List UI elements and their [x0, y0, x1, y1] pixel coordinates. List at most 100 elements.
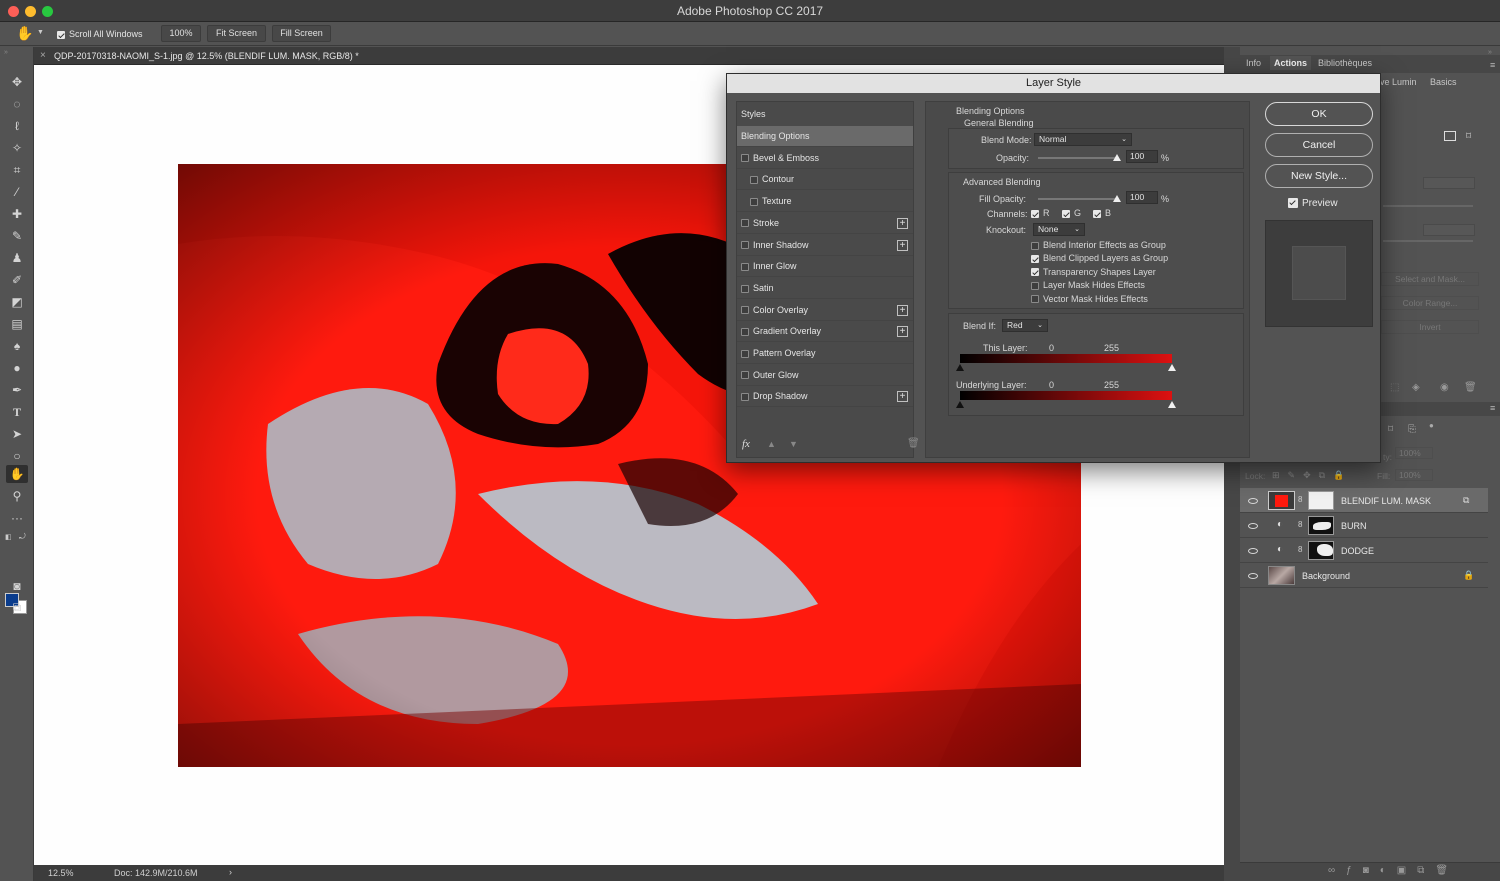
visibility-eye-icon[interactable] [1248, 573, 1258, 579]
collapse-toolbar-icon[interactable]: » [4, 49, 8, 56]
clone-stamp-tool-icon[interactable]: ♟ [6, 249, 28, 267]
this-layer-white-handle[interactable] [1168, 364, 1176, 371]
style-item-pattern-overlay[interactable]: Pattern Overlay [737, 343, 913, 364]
layer-opacity-field[interactable]: 100% [1395, 447, 1433, 459]
style-item-inner-glow[interactable]: Inner Glow [737, 256, 913, 278]
move-up-icon[interactable]: ▲ [767, 439, 776, 449]
swap-colors-icon[interactable]: ⤾ [19, 532, 26, 542]
style-item-satin[interactable]: Satin [737, 278, 913, 299]
status-menu-arrow[interactable]: › [229, 867, 232, 877]
tool-preset-chevron-down-icon[interactable]: ▼ [37, 29, 44, 36]
lasso-tool-icon[interactable]: ℓ [6, 117, 28, 135]
tab-actions[interactable]: Actions [1270, 56, 1312, 70]
magic-wand-tool-icon[interactable]: ✧ [6, 139, 28, 157]
style-item-bevel-emboss[interactable]: Bevel & Emboss [737, 148, 913, 169]
fill-opacity-slider-handle[interactable] [1113, 195, 1121, 202]
underlying-layer-white-handle[interactable] [1168, 401, 1176, 408]
preview-checkbox[interactable]: Preview [1288, 198, 1338, 210]
blend-interior-effects-as-group-checkbox[interactable]: Blend Interior Effects as Group [1031, 240, 1166, 250]
opacity-input[interactable]: 100 [1126, 150, 1158, 163]
layer-actions-icons[interactable]: ∞ƒ◙◐▣⧉🗑 [1328, 865, 1459, 876]
document-tab-title[interactable]: QDP-20170318-NAOMI_S-1.jpg @ 12.5% (BLEN… [54, 51, 359, 61]
layer-filter-smart-icon[interactable]: ⎘ [1408, 424, 1416, 435]
panel-menu-icon[interactable]: ≡ [1490, 60, 1495, 70]
add-inner-shadow-icon[interactable]: + [897, 239, 908, 251]
pen-tool-icon[interactable]: ✒ [6, 381, 28, 399]
visibility-eye-icon[interactable] [1248, 498, 1258, 504]
visibility-eye-icon[interactable] [1248, 548, 1258, 554]
inner-shadow-checkbox[interactable] [741, 241, 749, 250]
color-overlay-checkbox[interactable] [741, 306, 749, 315]
blend-mode-select[interactable]: Normal ⌄ [1034, 133, 1132, 146]
delete-mask-icon[interactable]: 🗑 [1464, 382, 1477, 393]
layer-mask-hides-effects-checkbox[interactable]: Layer Mask Hides Effects [1031, 280, 1145, 290]
knockout-select[interactable]: None ⌄ [1033, 223, 1085, 236]
tab-bibliotheques[interactable]: Bibliothèques [1318, 58, 1372, 68]
vector-mask-icon[interactable]: ⌑ [1466, 131, 1471, 142]
marquee-tool-icon[interactable]: ◌ [6, 95, 28, 113]
underlying-layer-gradient-bar[interactable] [960, 391, 1172, 400]
blend-clipped-layers-as-group-checkbox[interactable]: Blend Clipped Layers as Group [1031, 253, 1168, 263]
style-item-drop-shadow[interactable]: Drop Shadow + [737, 386, 913, 408]
channel-g-checkbox[interactable]: G [1062, 208, 1081, 218]
visibility-eye-icon[interactable] [1248, 523, 1258, 529]
add-gradient-overlay-icon[interactable]: + [897, 326, 908, 338]
scroll-all-windows-checkbox[interactable]: Scroll All Windows [57, 28, 143, 40]
link-chain-icon[interactable]: 8 [1298, 520, 1302, 529]
style-item-contour[interactable]: Contour [737, 169, 913, 191]
fill-screen-button[interactable]: Fill Screen [272, 25, 331, 42]
layer-row-blendif-lum-mask[interactable]: 8 BLENDIF LUM. MASK ⧉ [1240, 488, 1488, 513]
this-layer-black-handle[interactable] [956, 364, 964, 371]
feather-field[interactable] [1423, 224, 1475, 236]
vector-mask-hides-effects-checkbox[interactable]: Vector Mask Hides Effects [1031, 294, 1148, 304]
satin-checkbox[interactable] [741, 284, 749, 293]
layers-panel-menu-icon[interactable]: ≡ [1490, 403, 1495, 413]
layer-filter-toggle-icon[interactable]: ● [1429, 421, 1434, 430]
bevel-emboss-checkbox[interactable] [741, 154, 749, 163]
pattern-overlay-checkbox[interactable] [741, 349, 749, 358]
load-selection-icon[interactable]: ⬚ [1390, 382, 1399, 393]
channel-b-checkbox[interactable]: B [1093, 208, 1111, 218]
layer-name[interactable]: DODGE [1341, 546, 1374, 556]
path-selection-tool-icon[interactable]: ➤ [6, 425, 28, 443]
fit-screen-button[interactable]: Fit Screen [207, 25, 266, 42]
texture-checkbox[interactable] [750, 197, 758, 206]
subtab-basics[interactable]: Basics [1430, 77, 1457, 87]
visibility-eye-icon[interactable]: ◉ [1440, 382, 1449, 393]
contour-checkbox[interactable] [750, 176, 758, 185]
opacity-slider-track[interactable] [1038, 157, 1118, 159]
layer-name[interactable]: BURN [1341, 521, 1367, 531]
layer-row-background[interactable]: Background 🔒 [1240, 563, 1488, 588]
outer-glow-checkbox[interactable] [741, 371, 749, 380]
density-slider[interactable] [1383, 205, 1473, 207]
layer-mask-thumbnail[interactable] [1308, 491, 1334, 510]
eraser-tool-icon[interactable]: ◩ [6, 293, 28, 311]
fill-opacity-input[interactable]: 100 [1126, 191, 1158, 204]
lock-icons[interactable]: ⊞✎✥⧉🔒 [1272, 470, 1352, 481]
blur-tool-icon[interactable]: ♠ [6, 337, 28, 355]
quick-mask-icon[interactable]: ◙ [6, 577, 28, 595]
fx-menu-icon[interactable]: fx [742, 438, 750, 450]
link-chain-icon[interactable]: 8 [1298, 495, 1302, 504]
subtab-luminosity[interactable]: ive Lumin [1378, 77, 1417, 87]
add-drop-shadow-icon[interactable]: + [897, 391, 908, 403]
inner-glow-checkbox[interactable] [741, 262, 749, 271]
style-item-outer-glow[interactable]: Outer Glow [737, 365, 913, 386]
layer-thumbnail[interactable] [1268, 566, 1295, 585]
zoom-100-button[interactable]: 100% [161, 25, 201, 42]
crop-tool-icon[interactable]: ⌗ [6, 161, 28, 179]
layer-filter-shape-icon[interactable]: ⌑ [1388, 424, 1393, 435]
mask-icon[interactable] [1444, 131, 1456, 141]
default-colors-icon[interactable]: ◧ [5, 533, 12, 541]
ok-button[interactable]: OK [1265, 102, 1373, 126]
more-tools-icon[interactable]: ··· [6, 509, 28, 527]
layer-fill-field[interactable]: 100% [1395, 469, 1433, 481]
tab-info[interactable]: Info [1246, 58, 1261, 68]
layer-mask-thumbnail[interactable] [1308, 541, 1334, 560]
eyedropper-tool-icon[interactable]: ⁄ [6, 183, 28, 201]
move-tool-icon[interactable]: ✥ [6, 73, 28, 91]
select-and-mask-button[interactable]: Select and Mask... [1381, 272, 1479, 286]
hand-tool-icon[interactable]: ✋ [16, 25, 33, 42]
style-item-gradient-overlay[interactable]: Gradient Overlay + [737, 321, 913, 343]
layer-thumbnail[interactable] [1268, 491, 1295, 510]
